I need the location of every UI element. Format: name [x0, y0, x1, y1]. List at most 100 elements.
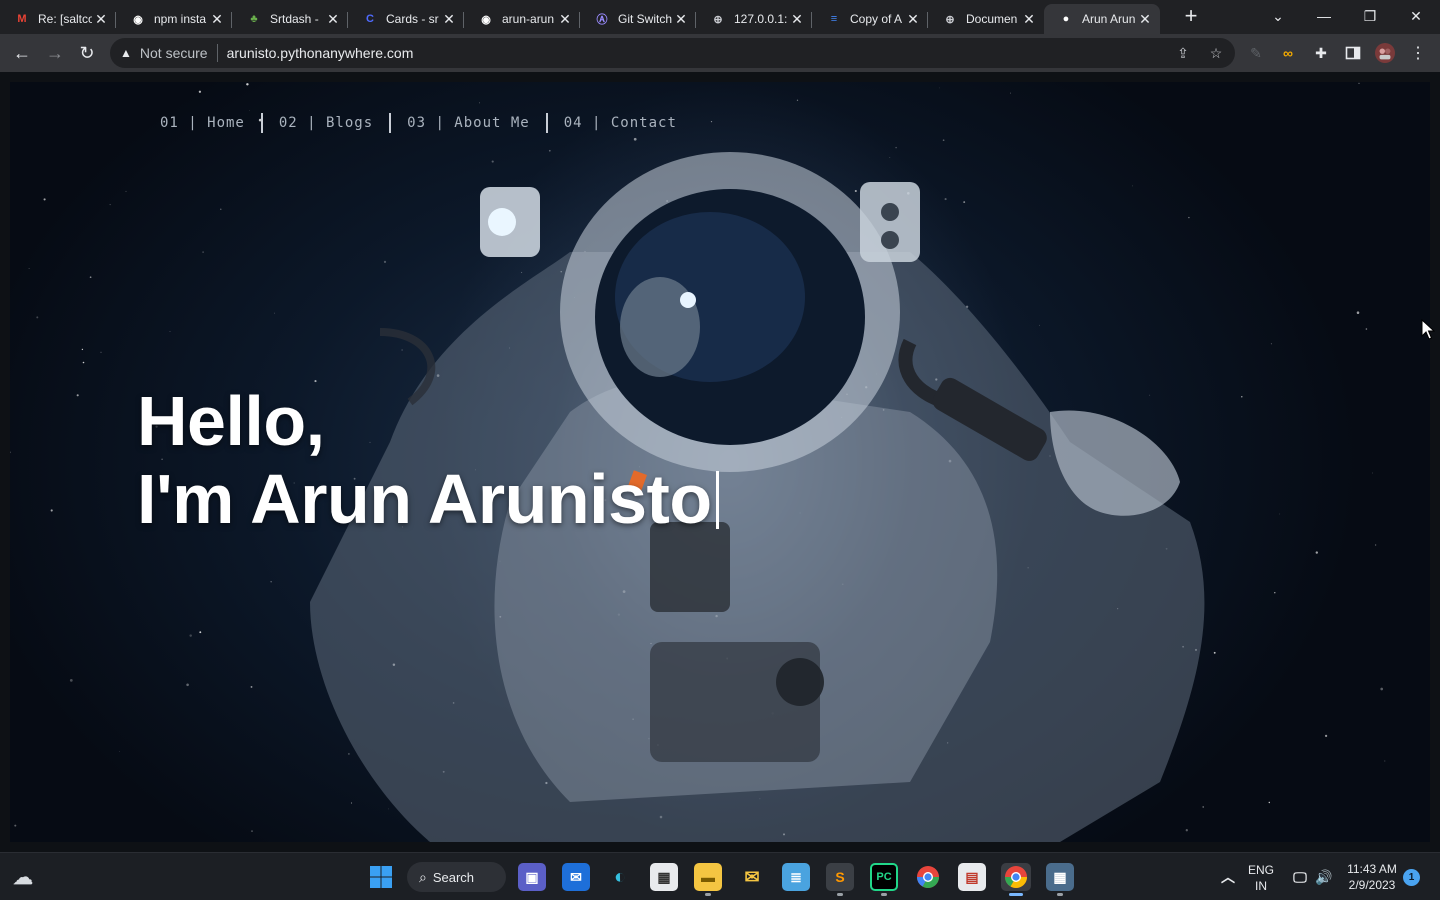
- clock[interactable]: 11:43 AM 2/9/2023: [1340, 861, 1404, 893]
- tab-title: Arun Arun: [1082, 12, 1136, 26]
- browser-toolbar: ← → ↻ ▲ Not secure arunisto.pythonanywhe…: [0, 34, 1440, 72]
- globe-icon: ⊕: [713, 13, 723, 26]
- nav-link[interactable]: 01 | Home: [150, 113, 263, 133]
- edge-browser-icon[interactable]: ◐: [606, 863, 634, 891]
- extension-disabled-icon[interactable]: ✎: [1246, 43, 1266, 63]
- notepad-icon[interactable]: ≣: [782, 863, 810, 891]
- gmail-icon: M: [17, 13, 27, 25]
- url-text[interactable]: arunisto.pythonanywhere.com: [227, 45, 414, 61]
- search-label: Search: [432, 869, 475, 885]
- browser-tab[interactable]: ◉ npm insta ✕: [116, 4, 232, 34]
- teams-chat-icon[interactable]: ▣: [518, 863, 546, 891]
- browser-tab[interactable]: ≡ Copy of A ✕: [812, 4, 928, 34]
- warning-icon: ▲: [120, 46, 132, 60]
- menu-kebab-icon[interactable]: ⋮: [1408, 43, 1428, 63]
- tab-strip: M Re: [saltco ✕ ◉ npm insta ✕ ♣ Srtdash - ✕ C Card…: [0, 0, 1440, 34]
- browser-tab[interactable]: ⊕ Documen ✕: [928, 4, 1044, 34]
- microsoft-store-icon[interactable]: ▦: [650, 863, 678, 891]
- security-label[interactable]: Not secure: [140, 45, 208, 61]
- address-divider: [216, 44, 218, 62]
- tab-title: Srtdash -: [270, 12, 319, 26]
- hero-name: I'm Arun Arunisto: [137, 460, 712, 538]
- windows-taskbar: ☁ ⌕ Search ▣ ✉ ◐ ▦ ▬ ✉ ≣ S PC ▤ ▦ ︿ ENG …: [0, 852, 1440, 900]
- mouse-cursor-icon: [1421, 319, 1435, 340]
- tab-title: npm insta: [154, 12, 207, 26]
- documents-app-icon[interactable]: ▤: [958, 863, 986, 891]
- browser-tab[interactable]: ⊕ 127.0.0.1: ✕: [696, 4, 812, 34]
- side-panel-icon[interactable]: [1343, 43, 1363, 63]
- forward-button[interactable]: →: [41, 39, 69, 67]
- globe-icon: ⊕: [945, 13, 955, 26]
- new-tab-button[interactable]: +: [1180, 5, 1202, 28]
- weather-cloud-icon[interactable]: ☁: [9, 863, 37, 891]
- tab-close-icon[interactable]: ✕: [92, 10, 110, 28]
- browser-tab[interactable]: ♣ Srtdash - ✕: [232, 4, 348, 34]
- sublime-text-icon[interactable]: S: [826, 863, 854, 891]
- browser-tab[interactable]: M Re: [saltco ✕: [0, 4, 116, 34]
- chrome-alt-icon[interactable]: [914, 863, 942, 891]
- tab-close-icon[interactable]: ✕: [208, 10, 226, 28]
- minimize-button[interactable]: —: [1302, 0, 1346, 32]
- hero-greeting: Hello,: [137, 382, 325, 460]
- tab-title: 127.0.0.1:: [734, 12, 788, 26]
- tab-title: arun-arun: [502, 12, 555, 26]
- tab-close-icon[interactable]: ✕: [788, 10, 806, 28]
- tab-title: Re: [saltco: [38, 12, 92, 26]
- share-icon[interactable]: ⇪: [1173, 43, 1193, 63]
- tab-search-chevron-icon[interactable]: ⌄: [1256, 0, 1300, 32]
- google-docs-icon: ≡: [830, 13, 838, 25]
- tab-title: Documen: [966, 12, 1018, 26]
- clock-date: 2/9/2023: [1348, 878, 1396, 892]
- nav-link[interactable]: 02 | Blogs: [263, 113, 392, 133]
- pycharm-icon[interactable]: PC: [870, 863, 898, 891]
- windows-start-icon[interactable]: [367, 863, 395, 891]
- browser-viewport: 01 | Home 02 | Blogs 03 | About Me 04 | Con…: [0, 72, 1440, 852]
- cards-c-icon: C: [366, 13, 374, 25]
- page-dot-icon: ●: [1062, 13, 1070, 25]
- clock-time: 11:43 AM: [1347, 862, 1397, 876]
- taskbar-search[interactable]: ⌕ Search: [407, 862, 506, 892]
- language-code: ENG: [1247, 863, 1274, 877]
- back-button[interactable]: ←: [8, 39, 36, 67]
- tab-close-icon[interactable]: ✕: [1136, 10, 1154, 28]
- nav-link[interactable]: 04 | Contact: [548, 113, 693, 133]
- reload-button[interactable]: ↻: [73, 39, 101, 67]
- chrome-icon[interactable]: [1001, 863, 1031, 891]
- tab-title: Cards - sr: [386, 12, 439, 26]
- tab-close-icon[interactable]: ✕: [672, 10, 690, 28]
- tab-close-icon[interactable]: ✕: [904, 10, 922, 28]
- tab-title: Git Switch: [618, 12, 672, 26]
- active-indicator: [1009, 893, 1023, 896]
- browser-tab[interactable]: ◉ arun-arun ✕: [464, 4, 580, 34]
- extensions-puzzle-icon[interactable]: ✚: [1311, 43, 1331, 63]
- profile-avatar[interactable]: [1375, 43, 1395, 63]
- tray-chevron-up-icon[interactable]: ︿: [1214, 863, 1242, 891]
- outlook-folder-icon[interactable]: ✉: [738, 863, 766, 891]
- tab-close-icon[interactable]: ✕: [1020, 10, 1038, 28]
- volume-icon[interactable]: 🔊: [1310, 863, 1338, 891]
- browser-tab[interactable]: C Cards - sr ✕: [348, 4, 464, 34]
- tab-close-icon[interactable]: ✕: [324, 10, 342, 28]
- tab-close-icon[interactable]: ✕: [440, 10, 458, 28]
- file-explorer-icon[interactable]: ▬: [694, 863, 722, 891]
- hero-heading: Hello, I'm Arun Arunisto: [137, 382, 719, 538]
- close-window-button[interactable]: ✕: [1394, 0, 1438, 32]
- github-icon: ◉: [133, 13, 143, 26]
- browser-tab[interactable]: ● Arun Arun ✕: [1044, 4, 1160, 34]
- tab-close-icon[interactable]: ✕: [556, 10, 574, 28]
- notification-badge[interactable]: 1: [1403, 869, 1420, 886]
- language-indicator[interactable]: ENG IN: [1245, 862, 1277, 894]
- infinity-extension-icon[interactable]: ∞: [1278, 43, 1298, 63]
- running-indicator: [881, 893, 887, 896]
- git-switch-icon: Ⓐ: [596, 14, 608, 26]
- browser-tab[interactable]: Ⓐ Git Switch ✕: [580, 4, 696, 34]
- calculator-icon[interactable]: ▦: [1046, 863, 1074, 891]
- running-indicator: [1057, 893, 1063, 896]
- running-indicator: [837, 893, 843, 896]
- mail-icon[interactable]: ✉: [562, 863, 590, 891]
- address-bar[interactable]: ▲ Not secure arunisto.pythonanywhere.com: [110, 38, 1235, 68]
- github-icon: ◉: [481, 13, 491, 26]
- bookmark-star-icon[interactable]: ☆: [1206, 43, 1226, 63]
- nav-link[interactable]: 03 | About Me: [391, 113, 548, 133]
- restore-button[interactable]: ❐: [1348, 0, 1392, 32]
